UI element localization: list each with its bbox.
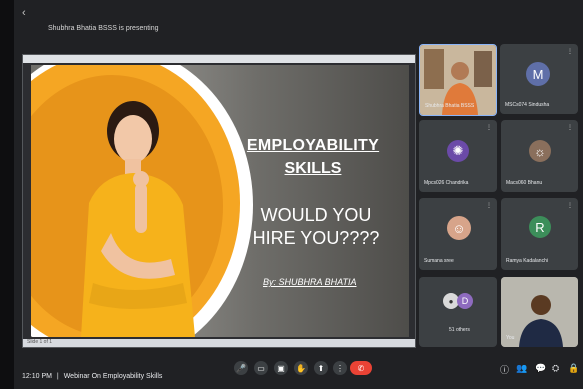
separator: | <box>56 373 59 380</box>
meeting-title: Webinar On Employability Skills <box>63 373 163 380</box>
thinking-woman-image <box>81 101 195 337</box>
participant-tile[interactable]: R ⋮ Ramya Kadalanchi <box>501 198 578 270</box>
more-options-icon[interactable]: ⋮ <box>486 124 492 131</box>
lock-icon[interactable]: 🔒 <box>568 363 579 374</box>
avatar: M <box>526 62 550 86</box>
participant-name: Sumana sree <box>424 258 454 264</box>
chevron-left-icon[interactable]: ‹ <box>22 7 26 19</box>
avatar: ☼ <box>529 140 551 162</box>
slide-question-line1: WOULD YOU <box>260 205 372 225</box>
end-call-button[interactable]: ✆ <box>350 361 372 375</box>
meet-window: ‹ Shubhra Bhatia BSSS is presenting EMPL… <box>0 0 583 389</box>
captions-icon[interactable]: ▭ <box>254 361 268 375</box>
participant-name: MSCs074 Sindusha <box>505 102 550 108</box>
more-icon[interactable]: ⋮ <box>333 361 347 375</box>
chat-icon[interactable]: 💬 <box>535 363 546 374</box>
hand-icon[interactable]: ✋ <box>294 361 308 375</box>
participant-tile[interactable]: M ⋮ MSCs074 Sindusha <box>500 44 578 114</box>
slide-toolbar <box>23 55 415 63</box>
share-icon[interactable]: ⬆ <box>314 361 328 375</box>
avatar: R <box>529 216 551 238</box>
more-options-icon[interactable]: ⋮ <box>567 202 573 209</box>
self-view-tile[interactable]: You <box>501 277 578 347</box>
meeting-time-and-title: 12:10 PM | Webinar On Employability Skil… <box>22 373 162 380</box>
avatar: ☺ <box>447 216 471 240</box>
slide-content: EMPLOYABILITY SKILLS WOULD YOU HIRE YOU?… <box>31 65 409 337</box>
mic-icon[interactable]: 🎤 <box>234 361 248 375</box>
participant-name: You <box>506 335 515 341</box>
presenting-label: Shubhra Bhatia BSSS is presenting <box>48 25 159 32</box>
participant-name: Ramya Kadalanchi <box>506 258 548 264</box>
more-options-icon[interactable]: ⋮ <box>567 124 573 131</box>
slide-title-line1: EMPLOYABILITY <box>246 137 380 154</box>
presentation-area: EMPLOYABILITY SKILLS WOULD YOU HIRE YOU?… <box>22 54 416 348</box>
slide-byline: By: SHUBHRA BHATIA <box>263 277 357 287</box>
avatar: D <box>457 293 473 309</box>
participant-name: Mpcs026 Chandrika <box>424 180 469 186</box>
participant-tile[interactable]: ☼ ⋮ Macs060 Bhanu <box>501 120 578 192</box>
present-icon[interactable]: ▣ <box>274 361 288 375</box>
activities-icon[interactable]: ⛭ <box>552 363 559 374</box>
participant-tile[interactable]: ☺ ⋮ Sumana sree <box>419 198 497 270</box>
others-count: 51 others <box>449 327 470 333</box>
slide-footer-text: Slide 1 of 1 <box>27 339 53 345</box>
participant-name: Shubhra Bhatia BSSS <box>425 103 475 109</box>
meeting-time: 12:10 PM <box>22 373 52 380</box>
participant-name: Macs060 Bhanu <box>506 180 543 186</box>
participant-tile-presenter[interactable]: Shubhra Bhatia BSSS <box>419 44 497 116</box>
avatar: ✺ <box>447 140 469 162</box>
screen-bezel <box>0 0 14 389</box>
slide-question-line2: HIRE YOU???? <box>252 228 380 248</box>
participant-tile[interactable]: ✺ ⋮ Mpcs026 Chandrika <box>419 120 497 192</box>
people-icon[interactable]: 👥 <box>516 363 527 374</box>
slide-title-line2: SKILLS <box>284 160 342 177</box>
more-options-icon[interactable]: ⋮ <box>567 48 573 55</box>
others-tile[interactable]: ● D 51 others <box>419 277 497 347</box>
info-icon[interactable]: ⓘ <box>500 363 509 376</box>
slide-status-bar: Slide 1 of 1 <box>23 339 415 347</box>
more-options-icon[interactable]: ⋮ <box>486 202 492 209</box>
